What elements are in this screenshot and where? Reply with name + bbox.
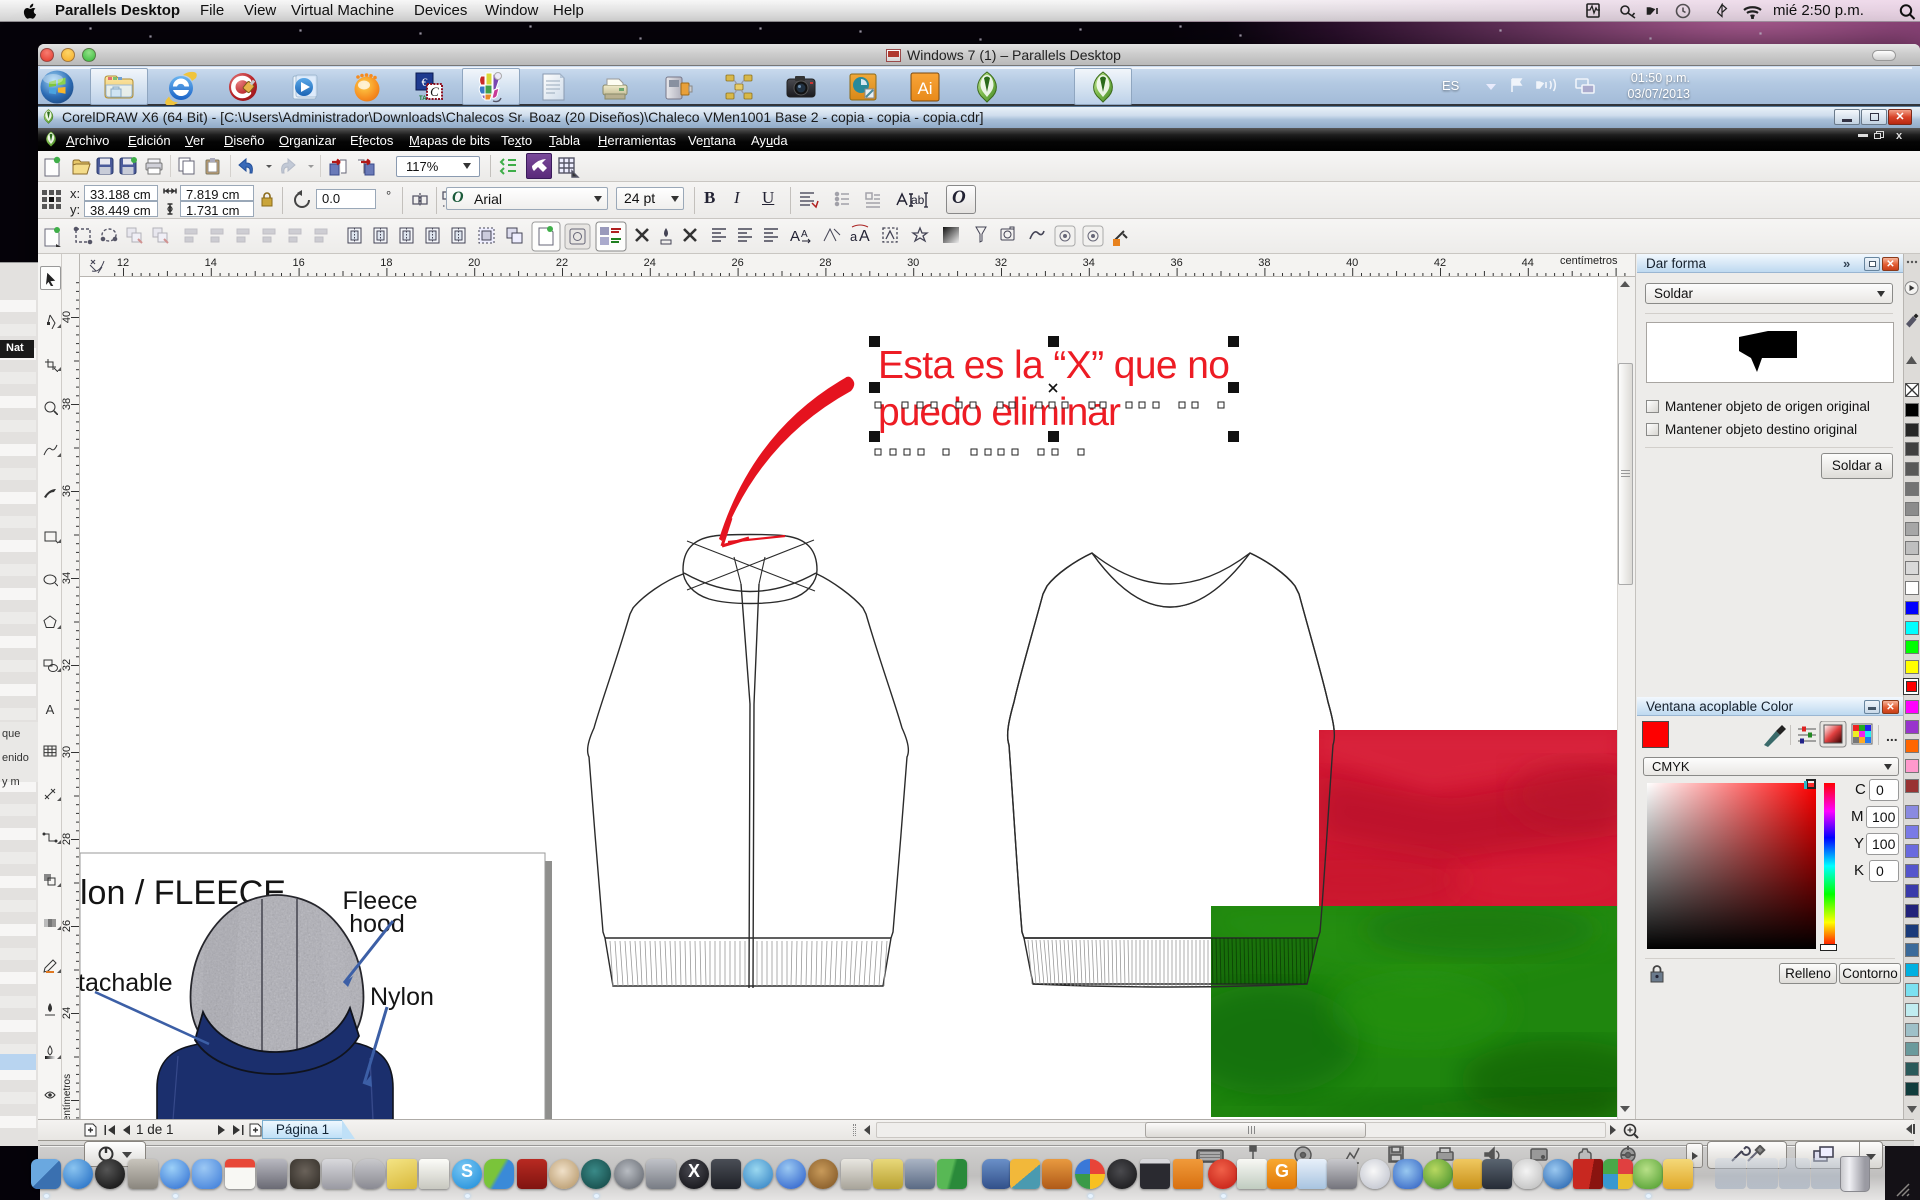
svg-text:Nylon: Nylon (370, 983, 434, 1011)
svg-text:tachable: tachable (80, 969, 173, 997)
svg-text:22: 22 (556, 257, 568, 269)
svg-text:A: A (801, 229, 808, 240)
svg-text:Ai: Ai (917, 79, 932, 98)
svg-text:...: ... (1886, 728, 1898, 744)
svg-text:28: 28 (819, 257, 831, 269)
svg-text:40: 40 (1346, 257, 1358, 269)
svg-text:TA: TA (419, 96, 427, 102)
svg-text:A: A (46, 702, 55, 716)
svg-text:a: a (850, 229, 858, 244)
svg-text:38: 38 (1258, 257, 1270, 269)
svg-text:centímetros: centímetros (62, 1074, 73, 1120)
svg-text:40: 40 (62, 311, 73, 323)
svg-text:30: 30 (62, 746, 73, 758)
svg-text:44: 44 (1522, 257, 1534, 269)
svg-text:34: 34 (1083, 257, 1095, 269)
svg-text:hood: hood (349, 910, 405, 938)
svg-text:32: 32 (995, 257, 1007, 269)
svg-text:24: 24 (62, 1007, 73, 1019)
svg-text:16: 16 (292, 257, 304, 269)
svg-text:14: 14 (205, 257, 217, 269)
svg-text:28: 28 (62, 833, 73, 845)
svg-text:30: 30 (907, 257, 919, 269)
svg-text:34: 34 (62, 572, 73, 584)
svg-text:24: 24 (644, 257, 656, 269)
svg-text:A: A (790, 228, 800, 245)
svg-text:26: 26 (62, 920, 73, 932)
svg-text:A: A (859, 228, 870, 245)
svg-text:38: 38 (62, 398, 73, 410)
svg-text:C: C (430, 84, 439, 99)
svg-text:12: 12 (117, 257, 129, 269)
svg-text:36: 36 (62, 485, 73, 497)
svg-text:€: € (422, 75, 428, 89)
svg-text:42: 42 (1434, 257, 1446, 269)
svg-text:26: 26 (731, 257, 743, 269)
svg-text:32: 32 (62, 659, 73, 671)
svg-text:ab: ab (911, 193, 925, 207)
svg-text:puedo eliminar: puedo eliminar (878, 391, 1121, 434)
svg-text:18: 18 (380, 257, 392, 269)
svg-text:36: 36 (1170, 257, 1182, 269)
svg-text:20: 20 (468, 257, 480, 269)
svg-text:Esta es la “X” que no: Esta es la “X” que no (878, 344, 1230, 387)
